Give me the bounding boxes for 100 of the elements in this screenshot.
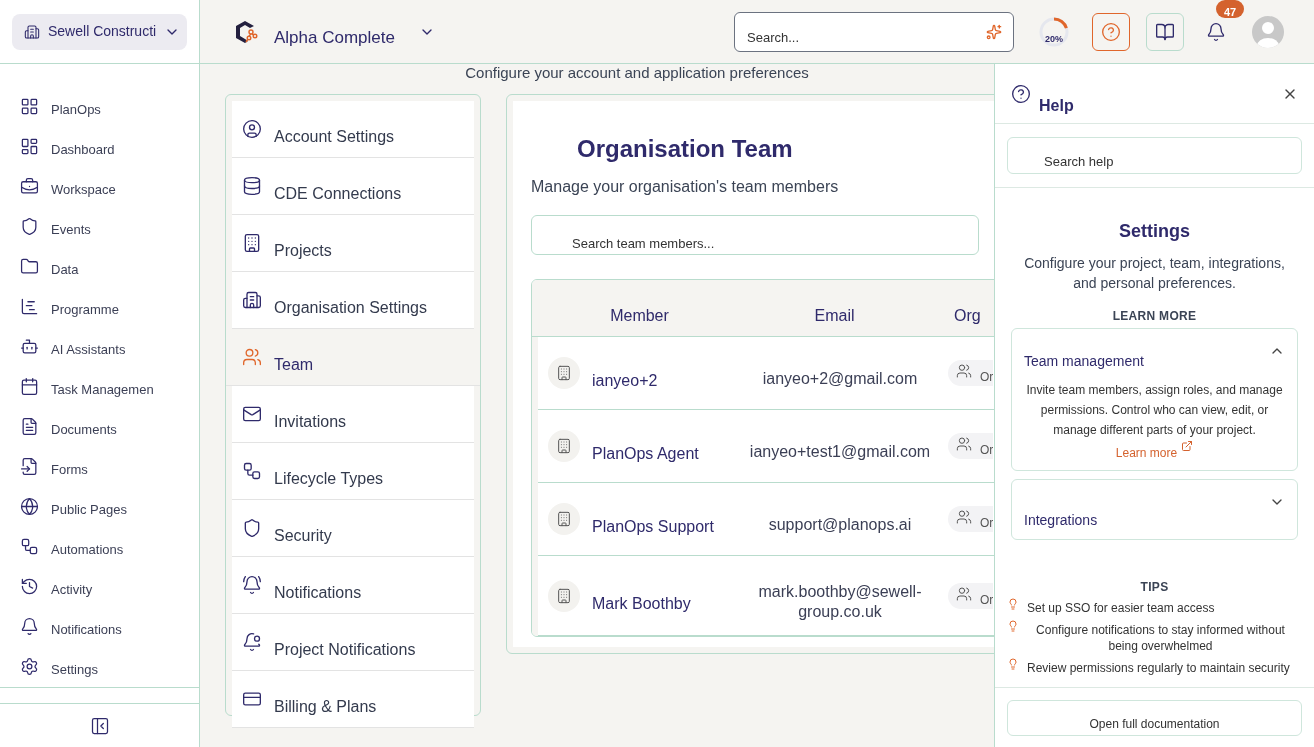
- help-title: Help: [1039, 96, 1074, 116]
- member-name: Mark Boothby: [592, 593, 692, 614]
- sparkle-icon: [986, 23, 1002, 40]
- help-search-field[interactable]: Search help: [1007, 137, 1302, 174]
- organisation-switcher[interactable]: Sewell Constructi: [12, 13, 187, 50]
- tip-text: Review permissions regularly to maintain security: [1027, 660, 1290, 676]
- settings-nav-item[interactable]: Lifecycle Types: [232, 443, 474, 500]
- member-email: support@planops.ai: [767, 515, 913, 535]
- sidebar-item[interactable]: AI Assistants: [0, 326, 199, 366]
- help-button[interactable]: [1092, 12, 1130, 51]
- role-chip: Or: [948, 582, 994, 609]
- users-icon: [242, 347, 262, 367]
- help-icon: [1011, 84, 1031, 104]
- role-chip: Or: [948, 360, 994, 386]
- database-icon: [242, 176, 262, 196]
- search-field[interactable]: Search...: [734, 11, 1014, 52]
- users-icon: [956, 363, 972, 379]
- member-name: ianyeo+2: [592, 371, 659, 391]
- settings-nav-item[interactable]: Account Settings: [232, 101, 474, 158]
- building-icon: [24, 23, 40, 40]
- learn-more-link[interactable]: Learn more: [1115, 440, 1194, 462]
- panel-collapse-icon: [89, 715, 110, 736]
- column-header: Member: [609, 306, 670, 326]
- page-subtitle: Configure your account and application preferences: [464, 64, 810, 83]
- user-icon: [242, 119, 262, 139]
- file-arrow-icon: [20, 456, 39, 476]
- settings-nav-item[interactable]: Notifications: [232, 557, 474, 614]
- bell-ring-icon: [242, 575, 262, 595]
- help-icon: [1101, 21, 1121, 42]
- docs-button[interactable]: [1146, 12, 1184, 51]
- sidebar-item[interactable]: Events: [0, 206, 199, 246]
- document-icon: [20, 416, 39, 436]
- briefcase-icon: [20, 176, 39, 196]
- member-name: PlanOps Support: [592, 517, 715, 537]
- column-header: Email: [813, 306, 856, 326]
- buildings-icon: [242, 290, 262, 310]
- settings-nav-item[interactable]: Organisation Settings: [232, 272, 474, 329]
- role-chip: Or: [948, 506, 994, 532]
- member-name: PlanOps Agent: [592, 444, 700, 464]
- mail-icon: [242, 404, 262, 424]
- team-title: Organisation Team: [576, 134, 794, 164]
- building-icon: [556, 511, 572, 527]
- settings-nav-item[interactable]: Security: [232, 500, 474, 557]
- progress-ring: [1038, 15, 1070, 48]
- member-email: ianyeo+2@gmail.com: [761, 369, 919, 389]
- users-icon: [956, 436, 972, 452]
- member-email: mark.boothby@sewell-group.co.uk: [757, 581, 923, 622]
- accordion-header[interactable]: Team management: [1024, 329, 1285, 372]
- folder-icon: [20, 256, 39, 276]
- sidebar-item[interactable]: Public Pages: [0, 486, 199, 526]
- settings-icon: [20, 656, 39, 676]
- bell-dot-icon: [242, 632, 262, 652]
- sidebar-item[interactable]: Dashboard: [0, 126, 199, 166]
- sidebar-item[interactable]: Workspace: [0, 166, 199, 206]
- calendar-icon: [20, 376, 39, 396]
- column-header: Org: [953, 306, 981, 326]
- tip-text: Set up SSO for easier team access: [1027, 600, 1215, 616]
- role-chip: Or: [948, 433, 994, 459]
- tips-label: TIPS: [1140, 579, 1169, 596]
- building-icon: [556, 587, 572, 604]
- sidebar-item[interactable]: Notifications: [0, 606, 199, 646]
- learn-more-label: LEARN MORE: [1112, 308, 1197, 325]
- settings-nav-item[interactable]: Project Notifications: [232, 614, 474, 671]
- help-description: Configure your project, team, integrations, and personal preferences.: [1023, 254, 1286, 293]
- team-search-field[interactable]: Search team members...: [531, 215, 979, 255]
- sidebar-item[interactable]: Data: [0, 246, 199, 286]
- settings-nav-item[interactable]: CDE Connections: [232, 158, 474, 215]
- workflow-icon: [20, 536, 39, 556]
- bell-icon: [20, 616, 39, 636]
- sidebar-item[interactable]: Task Managemen: [0, 366, 199, 406]
- dashboard-icon: [20, 136, 39, 156]
- sidebar-item[interactable]: PlanOps: [0, 86, 199, 126]
- building-icon: [556, 365, 572, 381]
- notification-count: 47: [1216, 0, 1245, 18]
- building-icon: [556, 438, 572, 454]
- workflow-icon: [242, 461, 262, 481]
- bell-icon: [1206, 21, 1226, 42]
- open-documentation-button[interactable]: Open full documentation: [1007, 700, 1302, 736]
- help-heading: Settings: [1119, 220, 1190, 243]
- sidebar-item[interactable]: Automations: [0, 526, 199, 566]
- sidebar-item[interactable]: Forms: [0, 446, 199, 486]
- project-switcher[interactable]: Alpha Complete: [274, 12, 435, 51]
- lightbulb-icon: [1007, 620, 1019, 632]
- settings-nav-item[interactable]: Invitations: [232, 386, 474, 443]
- sidebar-item[interactable]: Programme: [0, 286, 199, 326]
- accordion-body: Invite team members, assign roles, and manage permissions. Control who can view, edit, or manage different parts of your project.: [1025, 382, 1284, 439]
- accordion-header[interactable]: Integrations: [1024, 480, 1285, 531]
- shield-icon: [20, 216, 39, 236]
- history-icon: [20, 576, 39, 596]
- sidebar-item[interactable]: Settings: [0, 646, 199, 686]
- sidebar-item[interactable]: Activity: [0, 566, 199, 606]
- grid-icon: [20, 96, 39, 116]
- settings-nav-item[interactable]: Billing & Plans: [232, 671, 474, 728]
- users-icon: [956, 585, 972, 602]
- settings-nav-item[interactable]: Projects: [232, 215, 474, 272]
- team-subtitle: Manage your organisation's team members: [531, 177, 840, 197]
- lightbulb-icon: [1007, 598, 1019, 610]
- sidebar-item[interactable]: Documents: [0, 406, 199, 446]
- globe-icon: [20, 496, 39, 516]
- tip-text: Configure notifications to stay informed without being overwhelmed: [1035, 622, 1286, 654]
